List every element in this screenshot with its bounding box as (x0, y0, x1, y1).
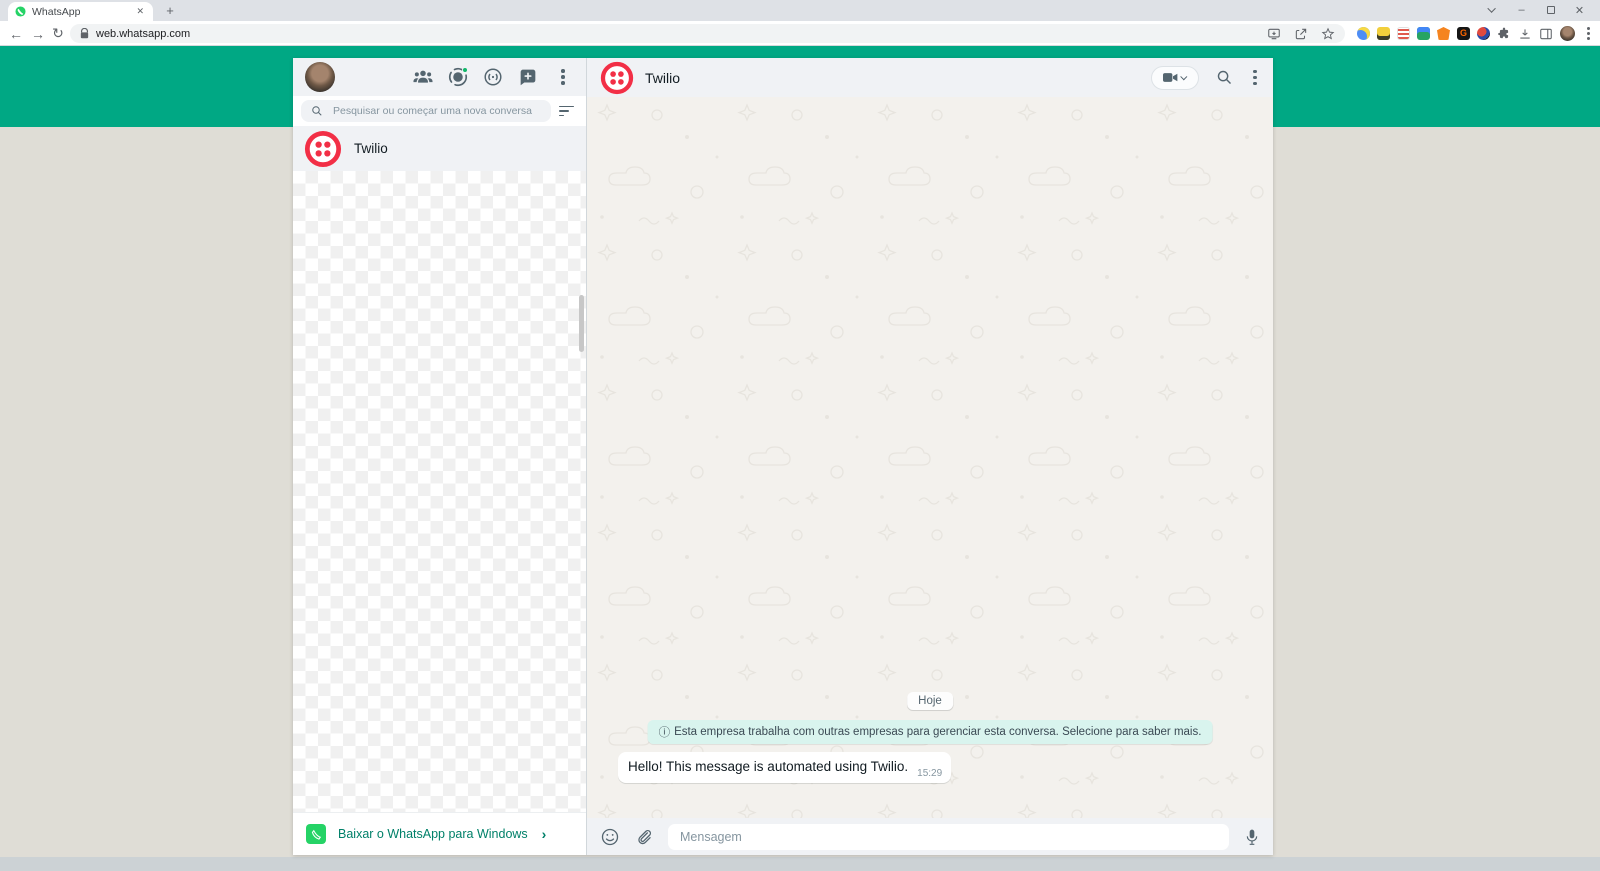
new-tab-button[interactable]: + (162, 3, 178, 19)
extension-g-icon[interactable]: G (1457, 27, 1470, 40)
window-minimize-button[interactable]: – (1507, 0, 1536, 20)
conversation-header[interactable]: Twilio (587, 58, 1273, 97)
extension-ball-icon[interactable] (1477, 27, 1490, 40)
browser-tab-whatsapp[interactable]: WhatsApp ✕ (8, 2, 153, 21)
communities-icon[interactable] (412, 66, 434, 88)
whatsapp-app: Twilio Baixar o WhatsApp para Windows › (293, 58, 1273, 855)
conversation-actions (1151, 65, 1260, 90)
whatsapp-favicon-icon (15, 6, 26, 17)
search-field[interactable] (301, 100, 551, 122)
new-chat-icon[interactable] (517, 66, 539, 88)
share-icon[interactable] (1294, 27, 1308, 41)
extension-yellow-icon[interactable] (1377, 27, 1390, 40)
chat-list-item-twilio[interactable]: Twilio (293, 126, 586, 171)
sidebar: Twilio Baixar o WhatsApp para Windows › (293, 58, 587, 855)
conversation-panel: Twilio Hoje ⓘ Esta empresa trabalha com … (587, 58, 1273, 855)
browser-window: WhatsApp ✕ + – ✕ ← → ↻ web.whatsapp.com (0, 0, 1600, 871)
profile-avatar[interactable] (305, 62, 335, 92)
url-text: web.whatsapp.com (96, 27, 191, 40)
business-notice[interactable]: ⓘ Esta empresa trabalha com outras empre… (647, 720, 1213, 744)
window-maximize-button[interactable] (1536, 0, 1565, 20)
forward-icon[interactable]: → (28, 21, 48, 46)
window-controls: – ✕ (1478, 0, 1594, 20)
window-close-button[interactable]: ✕ (1565, 0, 1594, 20)
whatsapp-web-page: Twilio Baixar o WhatsApp para Windows › (0, 46, 1600, 871)
downloads-icon[interactable] (1518, 27, 1532, 41)
tab-title: WhatsApp (32, 5, 81, 18)
twilio-avatar[interactable] (600, 61, 634, 95)
message-composer (587, 818, 1273, 855)
omnibox-actions (1267, 27, 1335, 41)
incoming-message-bubble[interactable]: Hello! This message is automated using T… (618, 752, 952, 783)
chat-name: Twilio (354, 141, 388, 156)
twilio-avatar (304, 130, 342, 168)
install-app-icon[interactable] (1267, 27, 1281, 41)
call-options-chevron-icon (1180, 73, 1188, 81)
page-bottom-band (0, 857, 1600, 871)
video-call-button[interactable] (1151, 65, 1199, 90)
toolbar-extensions: G (1357, 21, 1594, 46)
conversation-title[interactable]: Twilio (645, 70, 680, 86)
search-icon (311, 105, 323, 117)
download-link-label[interactable]: Baixar o WhatsApp para Windows (338, 827, 528, 841)
attach-icon[interactable] (635, 828, 653, 846)
conversation-menu-icon[interactable] (1250, 75, 1260, 80)
message-input[interactable] (668, 823, 1229, 850)
mic-icon[interactable] (1244, 828, 1260, 846)
browser-menu-icon[interactable] (1582, 32, 1594, 35)
search-input[interactable] (333, 105, 541, 117)
sidebar-menu-icon[interactable] (552, 66, 574, 88)
status-icon[interactable] (447, 66, 469, 88)
tab-close-icon[interactable]: ✕ (134, 6, 146, 17)
back-icon[interactable]: ← (6, 21, 26, 46)
chevron-right-icon: › (541, 826, 547, 842)
browser-toolbar: ← → ↻ web.whatsapp.com G (0, 21, 1600, 46)
filter-icon[interactable] (559, 105, 578, 117)
date-badge: Hoje (907, 692, 953, 710)
channels-icon[interactable] (482, 66, 504, 88)
conversation-search-icon[interactable] (1216, 69, 1233, 86)
whatsapp-logo-icon (306, 824, 326, 844)
chat-list-empty-area (293, 171, 586, 812)
window-chevron-icon[interactable] (1478, 0, 1507, 20)
side-panel-icon[interactable] (1539, 27, 1553, 41)
search-row (293, 96, 586, 126)
download-windows-banner[interactable]: Baixar o WhatsApp para Windows › (293, 812, 586, 855)
business-notice-text: Esta empresa trabalha com outras empresa… (674, 726, 1202, 738)
lock-icon (80, 28, 89, 39)
extension-metamask-icon[interactable] (1437, 27, 1450, 40)
address-bar[interactable]: web.whatsapp.com (70, 24, 1345, 43)
extension-green-blue-icon[interactable] (1417, 27, 1430, 40)
messages-area: Hoje ⓘ Esta empresa trabalha com outras … (587, 97, 1273, 818)
bookmark-star-icon[interactable] (1321, 27, 1335, 41)
extension-red-stripes-icon[interactable] (1397, 27, 1410, 40)
status-new-dot (462, 67, 468, 73)
reload-icon[interactable]: ↻ (48, 21, 68, 46)
message-text: Hello! This message is automated using T… (628, 759, 909, 774)
browser-profile-avatar[interactable] (1560, 26, 1575, 41)
sidebar-header (293, 58, 586, 96)
sidebar-scrollbar[interactable] (579, 295, 584, 352)
emoji-icon[interactable] (600, 827, 620, 847)
info-icon: ⓘ (658, 727, 671, 739)
extensions-puzzle-icon[interactable] (1497, 27, 1511, 41)
message-time: 15:29 (917, 768, 943, 779)
browser-tab-strip: WhatsApp ✕ + – ✕ (0, 0, 1600, 21)
extension-blue-circle-icon[interactable] (1357, 27, 1370, 40)
